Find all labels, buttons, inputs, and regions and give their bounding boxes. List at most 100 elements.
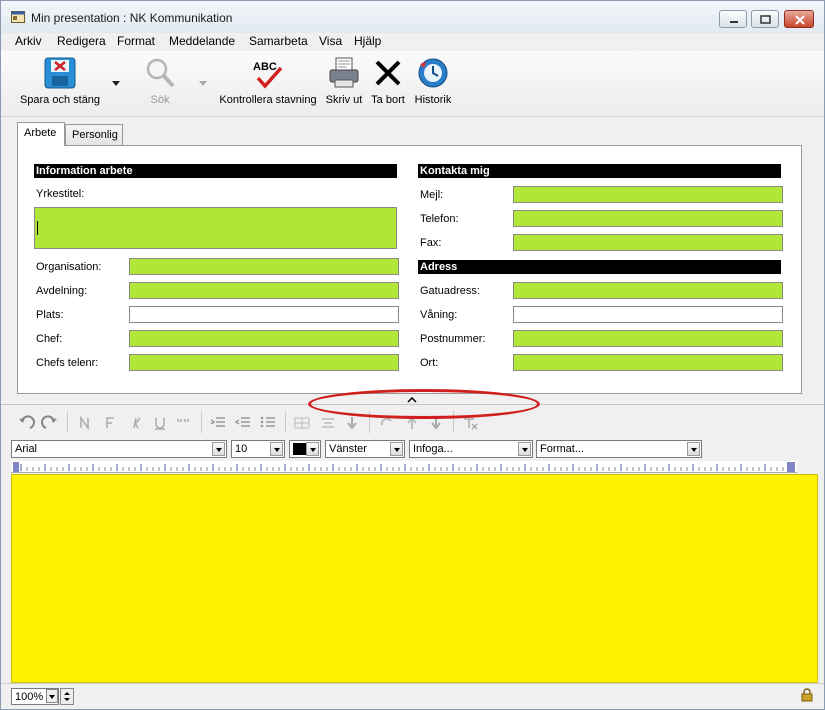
ruler[interactable] [11, 461, 797, 473]
zoom-value: 100% [15, 691, 44, 703]
fax-label: Fax: [420, 237, 442, 249]
redo-icon[interactable] [41, 414, 59, 432]
email-input[interactable] [513, 186, 783, 203]
tab-arbete[interactable]: Arbete [17, 122, 65, 146]
tab-personlig[interactable]: Personlig [65, 124, 123, 146]
font-size-select[interactable]: 10 [231, 440, 285, 458]
menu-hjalp[interactable]: Hjälp [354, 34, 381, 48]
chevron-down-icon [212, 442, 225, 456]
phone-label: Telefon: [420, 213, 459, 225]
chevron-down-icon [306, 442, 319, 456]
font-size-value: 10 [235, 443, 248, 455]
undo-icon[interactable] [17, 414, 35, 432]
fax-input[interactable] [513, 234, 783, 251]
menu-visa[interactable]: Visa [319, 34, 342, 48]
close-icon [795, 15, 805, 25]
align-icon[interactable] [319, 415, 337, 431]
location-label: Plats: [36, 309, 64, 321]
section-header-work: Information arbete [34, 164, 397, 178]
close-button[interactable] [784, 10, 814, 28]
format-controls: Arial 10 Vänster Infoga... Format... [1, 440, 824, 460]
menu-format[interactable]: Format [117, 34, 155, 48]
title-bar: Min presentation : NK Kommunikation [1, 1, 824, 33]
spellcheck-button[interactable]: ABC Kontrollera stavning [219, 54, 317, 112]
spellcheck-abc-text: ABC [253, 61, 277, 73]
format-select[interactable]: Format... [536, 440, 702, 458]
delete-label: Ta bort [371, 94, 405, 106]
main-toolbar: Spara och stäng Sök ABC Kontrollera stav… [1, 51, 824, 117]
outdent-icon[interactable] [234, 415, 252, 431]
move-down-icon[interactable] [345, 415, 359, 431]
highlight-annotation [308, 389, 540, 419]
print-button[interactable]: Skriv ut [324, 54, 364, 112]
city-input[interactable] [513, 354, 783, 371]
lock-icon [801, 688, 813, 702]
insert-table-icon[interactable] [293, 415, 311, 431]
menu-meddelande[interactable]: Meddelande [169, 34, 235, 48]
search-icon [146, 58, 175, 88]
job-title-input[interactable] [34, 207, 397, 249]
text-color-select[interactable] [289, 440, 321, 458]
save-close-icon [44, 57, 76, 89]
job-title-label: Yrkestitel: [36, 188, 85, 200]
alignment-value: Vänster [329, 443, 367, 455]
floor-label: Våning: [420, 309, 458, 321]
phone-input[interactable] [513, 210, 783, 227]
section-header-address: Adress [418, 260, 781, 274]
contact-card-icon [11, 11, 25, 23]
quote-icon[interactable] [175, 415, 193, 431]
history-button[interactable]: Historik [413, 54, 453, 112]
manager-input[interactable] [129, 330, 399, 347]
stepper-arrows-icon [64, 692, 70, 701]
save-close-label: Spara och stäng [19, 94, 101, 106]
printer-icon [329, 57, 359, 88]
insert-value: Infoga... [413, 443, 453, 455]
bold-icon[interactable] [77, 415, 93, 431]
alignment-select[interactable]: Vänster [325, 440, 405, 458]
menu-bar: Arkiv Redigera Format Meddelande Samarbe… [1, 33, 824, 51]
work-panel: Information arbete Yrkestitel: Organisat… [17, 145, 802, 394]
street-input[interactable] [513, 282, 783, 299]
bullet-list-icon[interactable] [259, 415, 277, 431]
message-editor[interactable] [11, 474, 818, 683]
menu-redigera[interactable]: Redigera [57, 34, 106, 48]
chevron-down-icon [687, 442, 700, 456]
color-swatch [293, 443, 307, 455]
postal-code-input[interactable] [513, 330, 783, 347]
department-input[interactable] [129, 282, 399, 299]
menu-arkiv[interactable]: Arkiv [15, 34, 42, 48]
spellcheck-label: Kontrollera stavning [219, 94, 317, 106]
department-label: Avdelning: [36, 285, 88, 297]
italic-icon[interactable] [127, 415, 143, 431]
insert-select[interactable]: Infoga... [409, 440, 533, 458]
search-label: Sök [150, 94, 170, 106]
save-close-button[interactable]: Spara och stäng [17, 54, 103, 112]
section-header-contact: Kontakta mig [418, 164, 781, 178]
maximize-button[interactable] [751, 10, 779, 28]
minimize-icon [730, 21, 738, 23]
email-label: Mejl: [420, 189, 444, 201]
organisation-input[interactable] [129, 258, 399, 275]
location-input[interactable] [129, 306, 399, 323]
search-button[interactable]: Sök [143, 54, 177, 112]
text-cursor [37, 221, 38, 235]
chevron-down-icon [518, 442, 531, 456]
menu-samarbeta[interactable]: Samarbeta [249, 34, 308, 48]
chevron-down-icon [270, 442, 283, 456]
zoom-stepper[interactable] [60, 688, 74, 705]
organisation-label: Organisation: [36, 261, 102, 273]
save-dropdown-arrow[interactable] [112, 81, 120, 86]
minimize-button[interactable] [719, 10, 747, 28]
search-dropdown-arrow[interactable] [199, 81, 207, 86]
font-style-icon[interactable] [102, 415, 118, 431]
indent-icon[interactable] [209, 415, 227, 431]
font-select[interactable]: Arial [11, 440, 227, 458]
delete-button[interactable]: Ta bort [370, 54, 406, 112]
underline-icon[interactable] [152, 415, 168, 431]
manager-phone-input[interactable] [129, 354, 399, 371]
street-label: Gatuadress: [420, 285, 480, 297]
floor-input[interactable] [513, 306, 783, 323]
app-window: Min presentation : NK Kommunikation Arki… [0, 0, 825, 710]
zoom-dropdown[interactable] [46, 689, 58, 703]
window-title: Min presentation : NK Kommunikation [31, 11, 233, 25]
